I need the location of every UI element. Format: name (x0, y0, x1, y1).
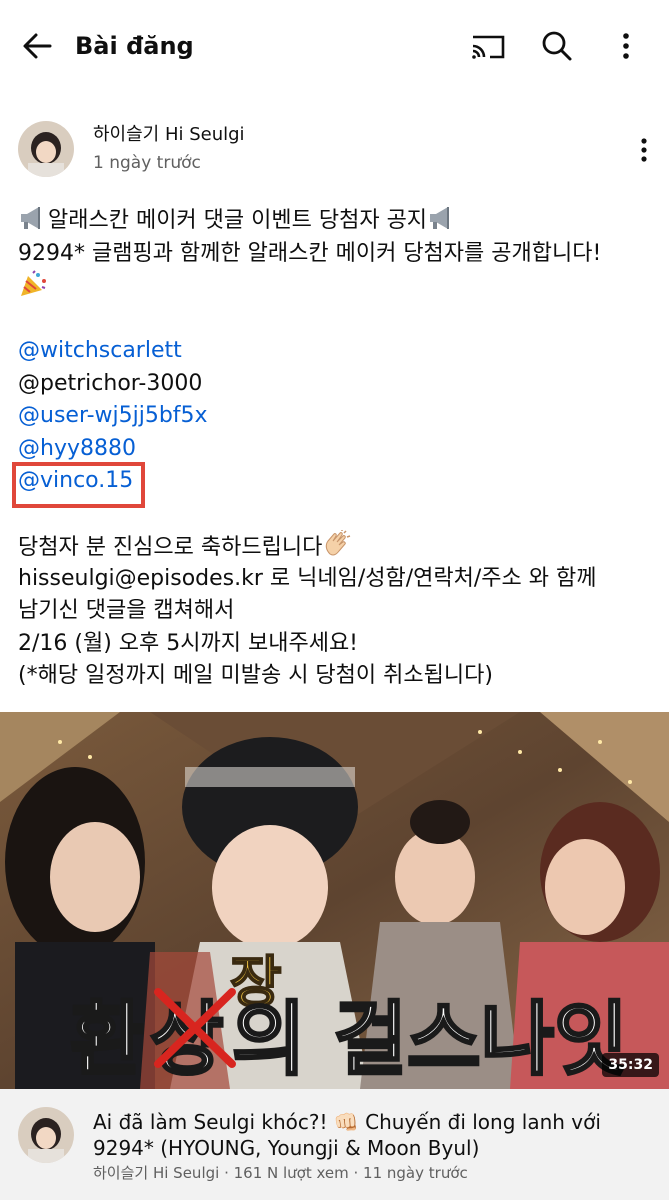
post-line: 9294* 글램핑과 함께한 알래스칸 메이커 당첨자를 공개합니다! (18, 240, 602, 266)
mention-link[interactable]: @user-wj5jj5bf5x (18, 400, 658, 433)
thumbnail-image: 장 환 상 의 걸스나잇 (0, 712, 669, 1089)
post-time: 1 ngày trước (93, 153, 201, 173)
thumbnail-overlay-text: 의 걸스나잇 (232, 993, 628, 1086)
announcement-title: 알래스칸 메이커 댓글 이벤트 당첨자 공지 (48, 208, 428, 233)
megaphone-icon (18, 205, 48, 242)
avatar[interactable] (18, 121, 74, 177)
channel-name[interactable]: 하이슬기 Hi Seulgi (93, 122, 245, 148)
top-app-bar: Bài đăng (0, 0, 669, 92)
more-vert-icon[interactable] (606, 26, 646, 66)
search-icon[interactable] (537, 26, 577, 66)
mention-text: @petrichor-3000 (18, 370, 203, 396)
video-info[interactable]: Ai đã làm Seulgi khóc?! 👊🏻 Chuyến đi lon… (0, 1089, 669, 1200)
thumbnail-overlay-char: 환 (70, 993, 144, 1086)
post-line: 알래스칸 메이커 댓글 이벤트 당첨자 공지 (18, 205, 658, 238)
post-line: hisseulgi@episodes.kr 로 닉네임/성함/연락처/주소 와 … (18, 565, 597, 591)
mention-link[interactable]: @hyy8880 (18, 433, 658, 466)
video-title[interactable]: Ai đã làm Seulgi khóc?! 👊🏻 Chuyến đi lon… (93, 1109, 653, 1161)
highlight-box (12, 462, 145, 508)
post-line: 남기신 댓글을 캡쳐해서 (18, 598, 235, 623)
post-line (18, 270, 658, 303)
video-meta: 하이슬기 Hi Seulgi · 161 N lượt xem · 11 ngà… (93, 1164, 468, 1182)
megaphone-icon (427, 205, 457, 242)
video-thumbnail[interactable]: 장 환 상 의 걸스나잇 35:32 (0, 712, 669, 1089)
page-title: Bài đăng (75, 32, 194, 60)
post-body: 알래스칸 메이커 댓글 이벤트 당첨자 공지 9294* 글램핑과 함께한 알래… (18, 205, 658, 693)
mention-link[interactable]: @witchscarlett (18, 335, 658, 368)
congrats-text: 당첨자 분 진심으로 축하드립니다 (18, 535, 323, 560)
post-line: (*해당 일정까지 메일 미발송 시 당첨이 취소됩니다) (18, 663, 493, 688)
post-line: 2/16 (월) 오후 5시까지 보내주세요! (18, 630, 358, 656)
more-vert-icon[interactable] (624, 130, 664, 170)
video-duration: 35:32 (602, 1053, 659, 1077)
post-line: 당첨자 분 진심으로 축하드립니다 (18, 530, 658, 563)
cast-icon[interactable] (466, 26, 510, 66)
back-arrow-icon[interactable] (18, 26, 58, 66)
avatar[interactable] (18, 1107, 74, 1163)
party-popper-icon (18, 270, 48, 309)
